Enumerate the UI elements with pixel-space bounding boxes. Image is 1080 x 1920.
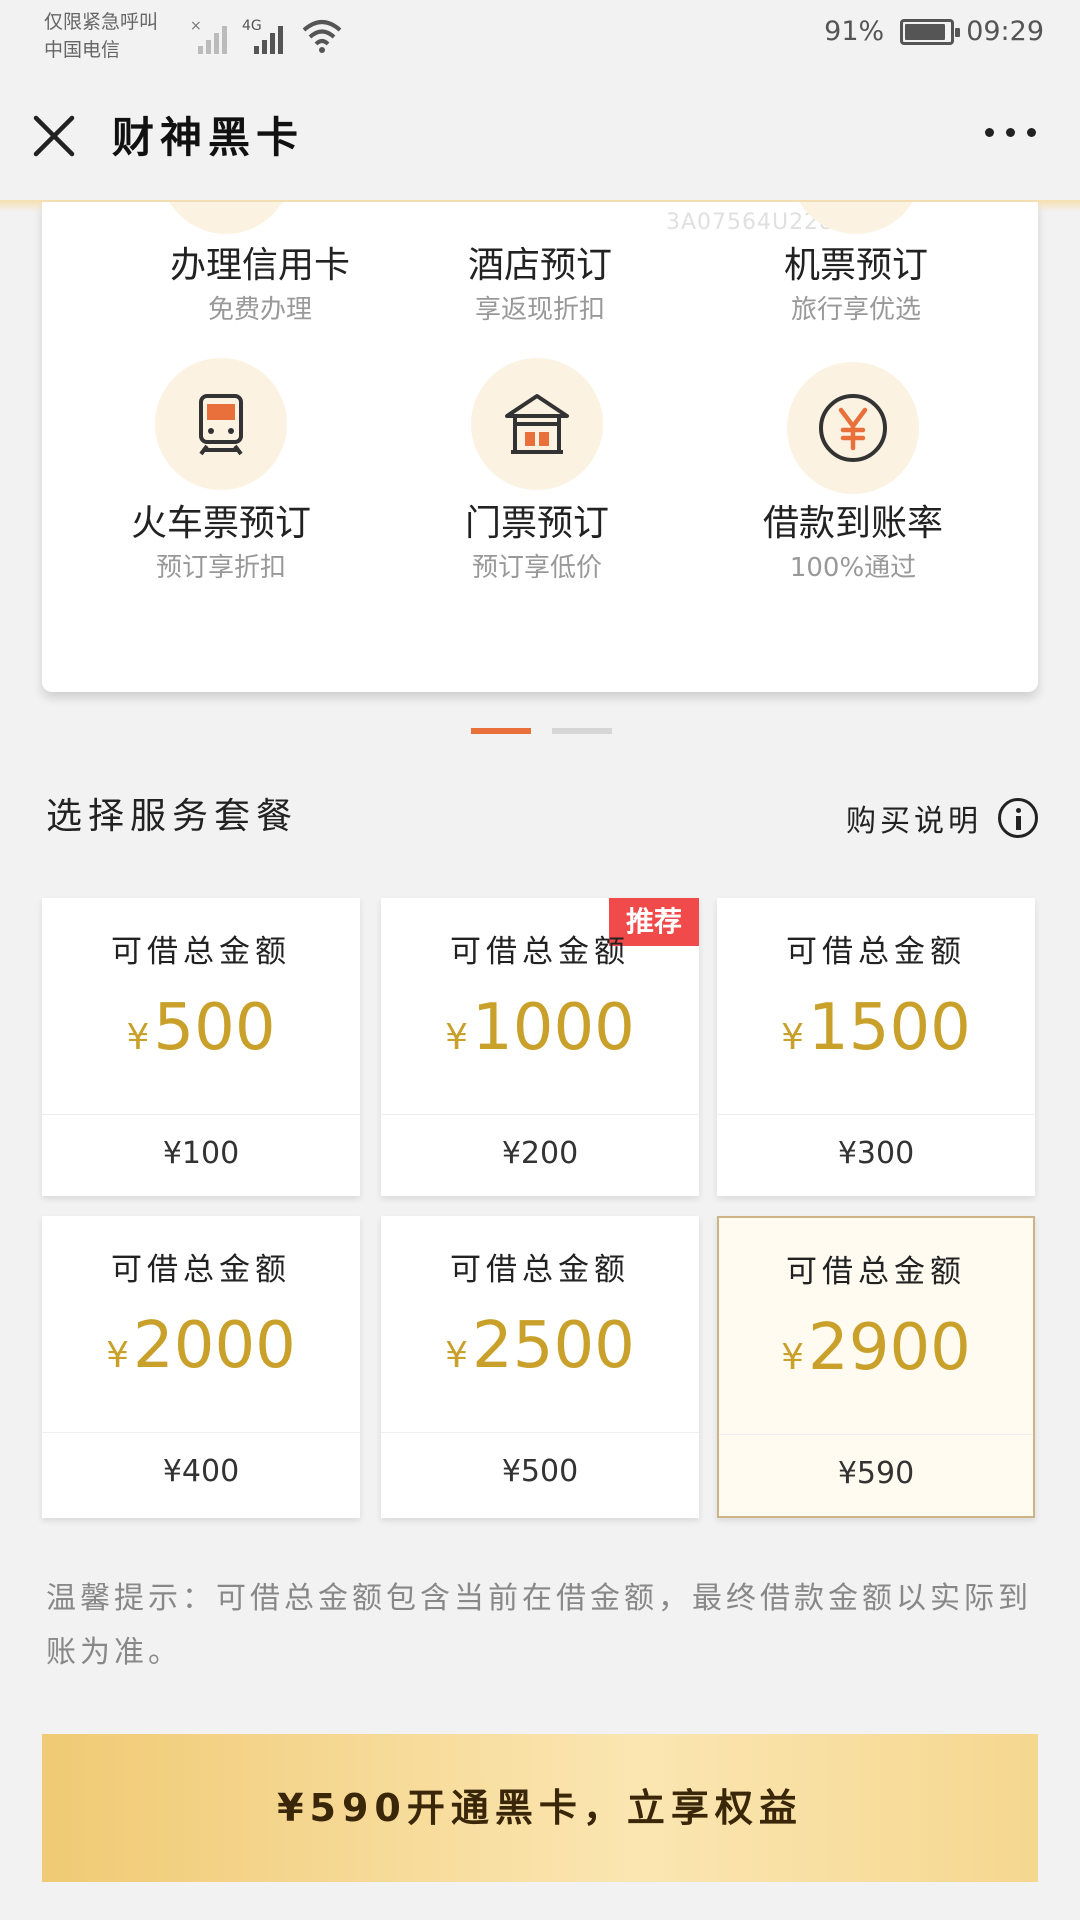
plan-amount-value: 1000 [472,991,635,1065]
carousel-dot-active[interactable] [471,728,531,734]
plan-yen: ¥ [106,1335,130,1376]
clock: 09:29 [966,16,1044,47]
plan-amount: ¥2000 [42,1306,360,1396]
feature-hotel[interactable]: 酒店预订 享返现折扣 [375,242,705,330]
plan-amount-value: 2500 [472,1309,635,1383]
feature-title: 借款到账率 [762,503,943,544]
info-icon [998,798,1038,838]
plan-yen: ¥ [445,1017,469,1058]
plan-yen: ¥ [445,1335,469,1376]
plan-amount-value: 2900 [808,1311,971,1385]
plan-label: 可借总金额 [786,934,966,970]
title-bar: 财神黑卡 [0,72,1080,200]
carrier-name: 中国电信 [44,39,121,61]
credit-card-icon [160,202,292,234]
wifi-icon [302,20,342,53]
plan-option[interactable]: 可借总金额 ¥500 ¥100 [42,898,360,1196]
plan-option-selected[interactable]: 可借总金额 ¥2900 ¥590 [717,1216,1035,1518]
plan-amount: ¥1000 [381,988,699,1078]
feature-ticket[interactable]: 门票预订 预订享低价 [372,500,702,588]
divider [717,1114,1035,1115]
plan-price: ¥100 [162,1136,240,1171]
buy-info-link[interactable]: 购买说明 [846,796,1038,840]
page-title: 财神黑卡 [112,113,305,162]
feature-title: 酒店预订 [467,245,612,286]
network-type-text: 4G [242,18,262,34]
more-options-icon[interactable] [985,128,1036,137]
plan-price: ¥200 [501,1136,579,1171]
page: 仅限紧急呼叫 中国电信 × 4G 91% 09:29 财神黑卡 3A07564U… [0,0,1080,1920]
status-right: 91% 09:29 [824,16,1044,47]
open-black-card-button[interactable]: ¥590开通黑卡，立享权益 [42,1734,1038,1882]
plan-option[interactable]: 可借总金额 ¥1500 ¥300 [717,898,1035,1196]
feature-flight[interactable]: 机票预订 旅行享优选 [691,242,1021,330]
plan-label: 可借总金额 [786,1254,966,1290]
plan-option[interactable]: 可借总金额 ¥2000 ¥400 [42,1216,360,1518]
buy-info-label: 购买说明 [846,804,982,839]
divider [42,1114,360,1115]
feature-train[interactable]: 火车票预订 预订享折扣 [56,500,386,588]
plan-amount-value: 1500 [808,991,971,1065]
plan-label: 可借总金额 [450,934,630,970]
carousel-indicator [0,728,1080,736]
feature-subtitle: 旅行享优选 [790,295,921,325]
plan-amount-value: 500 [153,991,276,1065]
feature-subtitle: 100%通过 [789,553,917,583]
plan-amount: ¥2500 [381,1306,699,1396]
battery-fill [905,23,946,40]
plan-option[interactable]: 推荐 可借总金额 ¥1000 ¥200 [381,898,699,1196]
feature-subtitle: 享返现折扣 [474,295,605,325]
plan-label: 可借总金额 [450,1252,630,1288]
divider [381,1114,699,1115]
plan-amount: ¥500 [42,988,360,1078]
plan-label: 可借总金额 [111,1252,291,1288]
plan-label: 可借总金额 [111,934,291,970]
train-icon[interactable] [155,358,287,490]
feature-subtitle: 预订享折扣 [155,553,286,583]
plan-amount: ¥1500 [717,988,1035,1078]
plan-option[interactable]: 可借总金额 ¥2500 ¥500 [381,1216,699,1518]
divider [381,1432,699,1433]
divider [719,1434,1033,1435]
feature-title: 火车票预订 [130,503,311,544]
plan-amount: ¥2900 [719,1308,1033,1398]
yen-icon[interactable] [787,362,919,494]
feature-card: 3A07564U228 办理信用卡 免费办理 酒店预订 享返现折扣 机票预订 旅… [42,202,1038,692]
feature-loan-rate[interactable]: 借款到账率 100%通过 [688,500,1018,588]
signal-strength-icon-sim1: × [190,18,227,54]
carousel-dot[interactable] [552,728,612,734]
carrier-info: 仅限紧急呼叫 中国电信 [44,8,158,64]
signal-strength-icon-4g: 4G [242,18,283,54]
battery-percent: 91% [824,16,885,47]
plan-yen: ¥ [126,1017,150,1058]
battery-icon [900,18,961,45]
plan-price: ¥500 [501,1454,579,1489]
plan-yen: ¥ [781,1337,805,1378]
carrier-emergency-text: 仅限紧急呼叫 [44,11,159,33]
plan-amount-value: 2000 [133,1309,296,1383]
section-title: 选择服务套餐 [46,796,299,837]
plan-price: ¥400 [162,1454,240,1489]
plan-yen: ¥ [781,1017,805,1058]
close-icon[interactable] [30,112,78,160]
pavilion-icon[interactable] [471,358,603,490]
svg-text:×: × [190,18,202,34]
plan-price: ¥590 [837,1456,915,1491]
warm-tip: 温馨提示：可借总金额包含当前在借金额，最终借款金额以实际到账为准。 [46,1581,1032,1670]
plan-price: ¥300 [837,1136,915,1171]
feature-title: 机票预订 [783,245,928,286]
feature-subtitle: 预订享低价 [471,553,602,583]
feature-title: 门票预订 [464,503,609,544]
divider [42,1432,360,1433]
status-bar: 仅限紧急呼叫 中国电信 × 4G 91% 09:29 [0,0,1080,72]
